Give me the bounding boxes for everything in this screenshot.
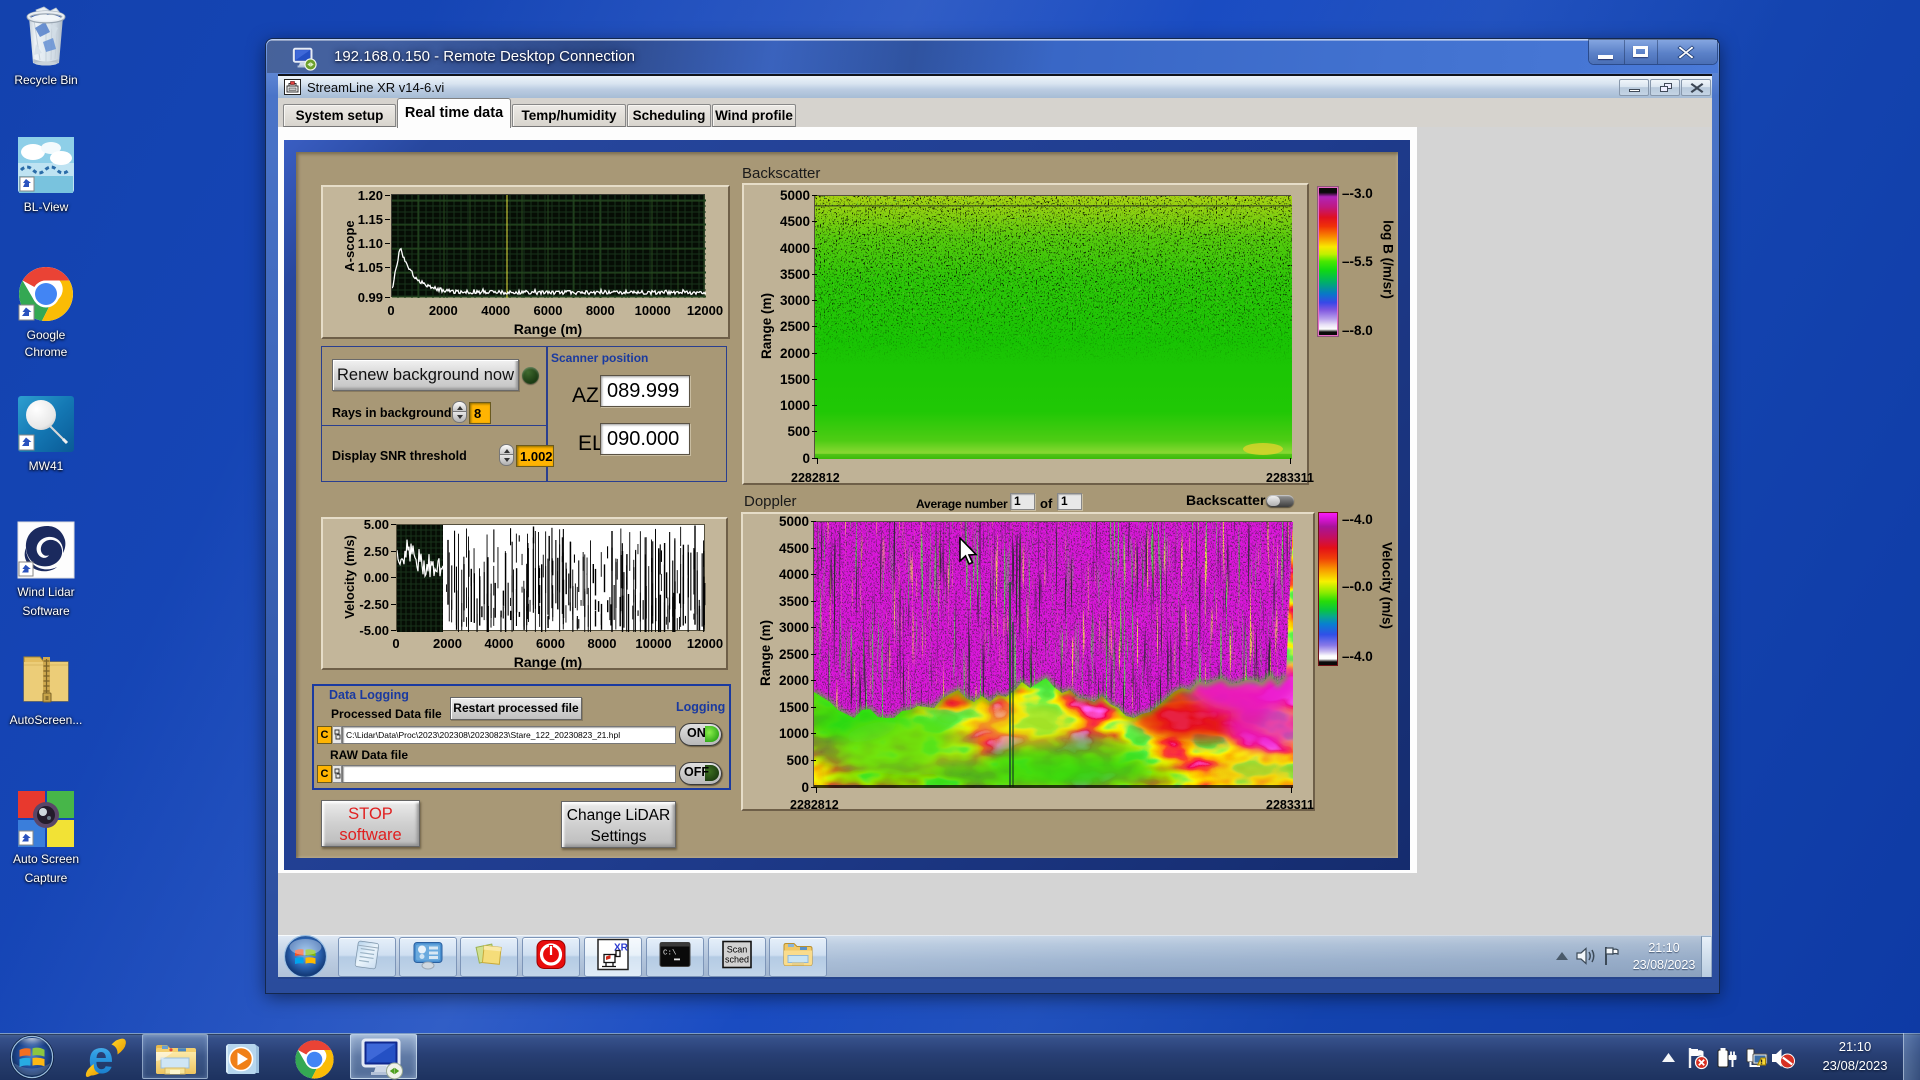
svg-text:C:\: C:\ <box>663 950 677 958</box>
svg-text:sched: sched <box>725 955 749 965</box>
svg-text:Scan: Scan <box>727 945 748 955</box>
